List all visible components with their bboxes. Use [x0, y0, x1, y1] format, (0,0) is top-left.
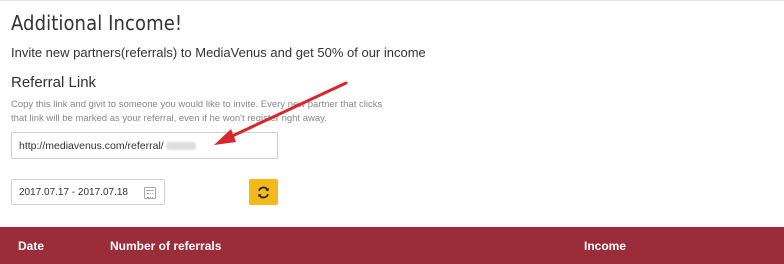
additional-income-panel: Additional Income! Invite new partners(r… [0, 0, 784, 264]
annotation-arrow [214, 81, 348, 145]
